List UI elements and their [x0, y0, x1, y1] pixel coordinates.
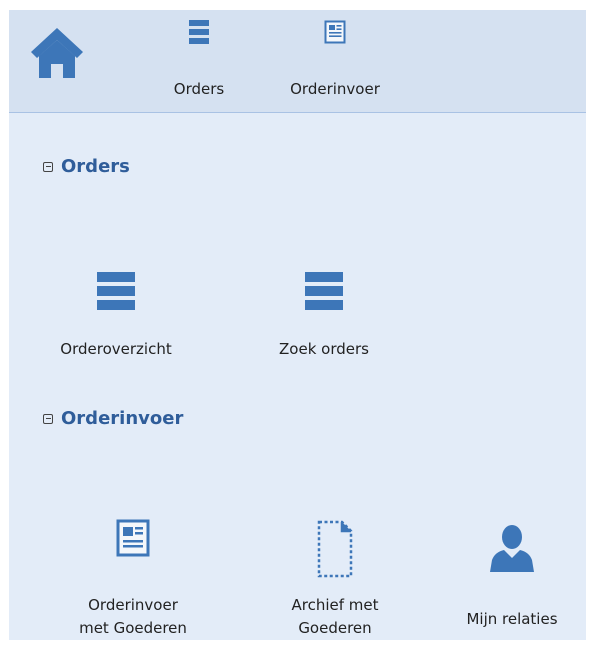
tile-archief-met-goederen[interactable]: Archief met Goederen — [265, 518, 405, 640]
form-icon — [116, 519, 150, 557]
tile-mijn-relaties-label: Mijn relaties — [466, 610, 558, 628]
person-icon — [490, 525, 534, 572]
dashed-document-icon — [317, 520, 353, 578]
section-orders-title: Orders — [61, 156, 130, 177]
list-icon — [305, 272, 343, 310]
tile-orderoverzicht[interactable]: Orderoverzicht — [51, 268, 181, 368]
tile-archief-label-line1: Archief met — [291, 596, 379, 614]
tile-orderoverzicht-label: Orderoverzicht — [60, 340, 172, 358]
tile-zoek-orders[interactable]: Zoek orders — [259, 268, 389, 368]
top-toolbar: Orders Orderinvoer — [9, 10, 586, 113]
form-icon — [324, 20, 346, 44]
section-orderinvoer-header[interactable]: Orderinvoer — [43, 408, 183, 429]
section-orders-header[interactable]: Orders — [43, 156, 130, 177]
section-orderinvoer-title: Orderinvoer — [61, 408, 184, 429]
tile-zoek-orders-label: Zoek orders — [279, 340, 369, 358]
tile-orderinvoer-met-goederen[interactable]: Orderinvoer met Goederen — [63, 518, 203, 640]
topbar-orders-button[interactable]: Orders — [159, 18, 239, 98]
tile-orderinvoer-label-line2: met Goederen — [79, 619, 187, 637]
topbar-orderinvoer-button[interactable]: Orderinvoer — [277, 18, 393, 98]
collapse-icon — [43, 161, 53, 172]
home-icon — [31, 28, 83, 78]
list-icon — [97, 272, 135, 310]
home-button[interactable] — [29, 26, 85, 80]
list-icon — [189, 20, 209, 44]
tile-mijn-relaties[interactable]: Mijn relaties — [447, 518, 577, 640]
launcher-panel: Orders Orderinvoer Orders Orderoverzicht — [9, 10, 586, 640]
topbar-orders-label: Orders — [173, 80, 225, 98]
tile-archief-label-line2: Goederen — [298, 619, 372, 637]
tile-orderinvoer-label-line1: Orderinvoer — [88, 596, 178, 614]
topbar-orderinvoer-label: Orderinvoer — [290, 80, 380, 98]
collapse-icon — [43, 413, 53, 424]
